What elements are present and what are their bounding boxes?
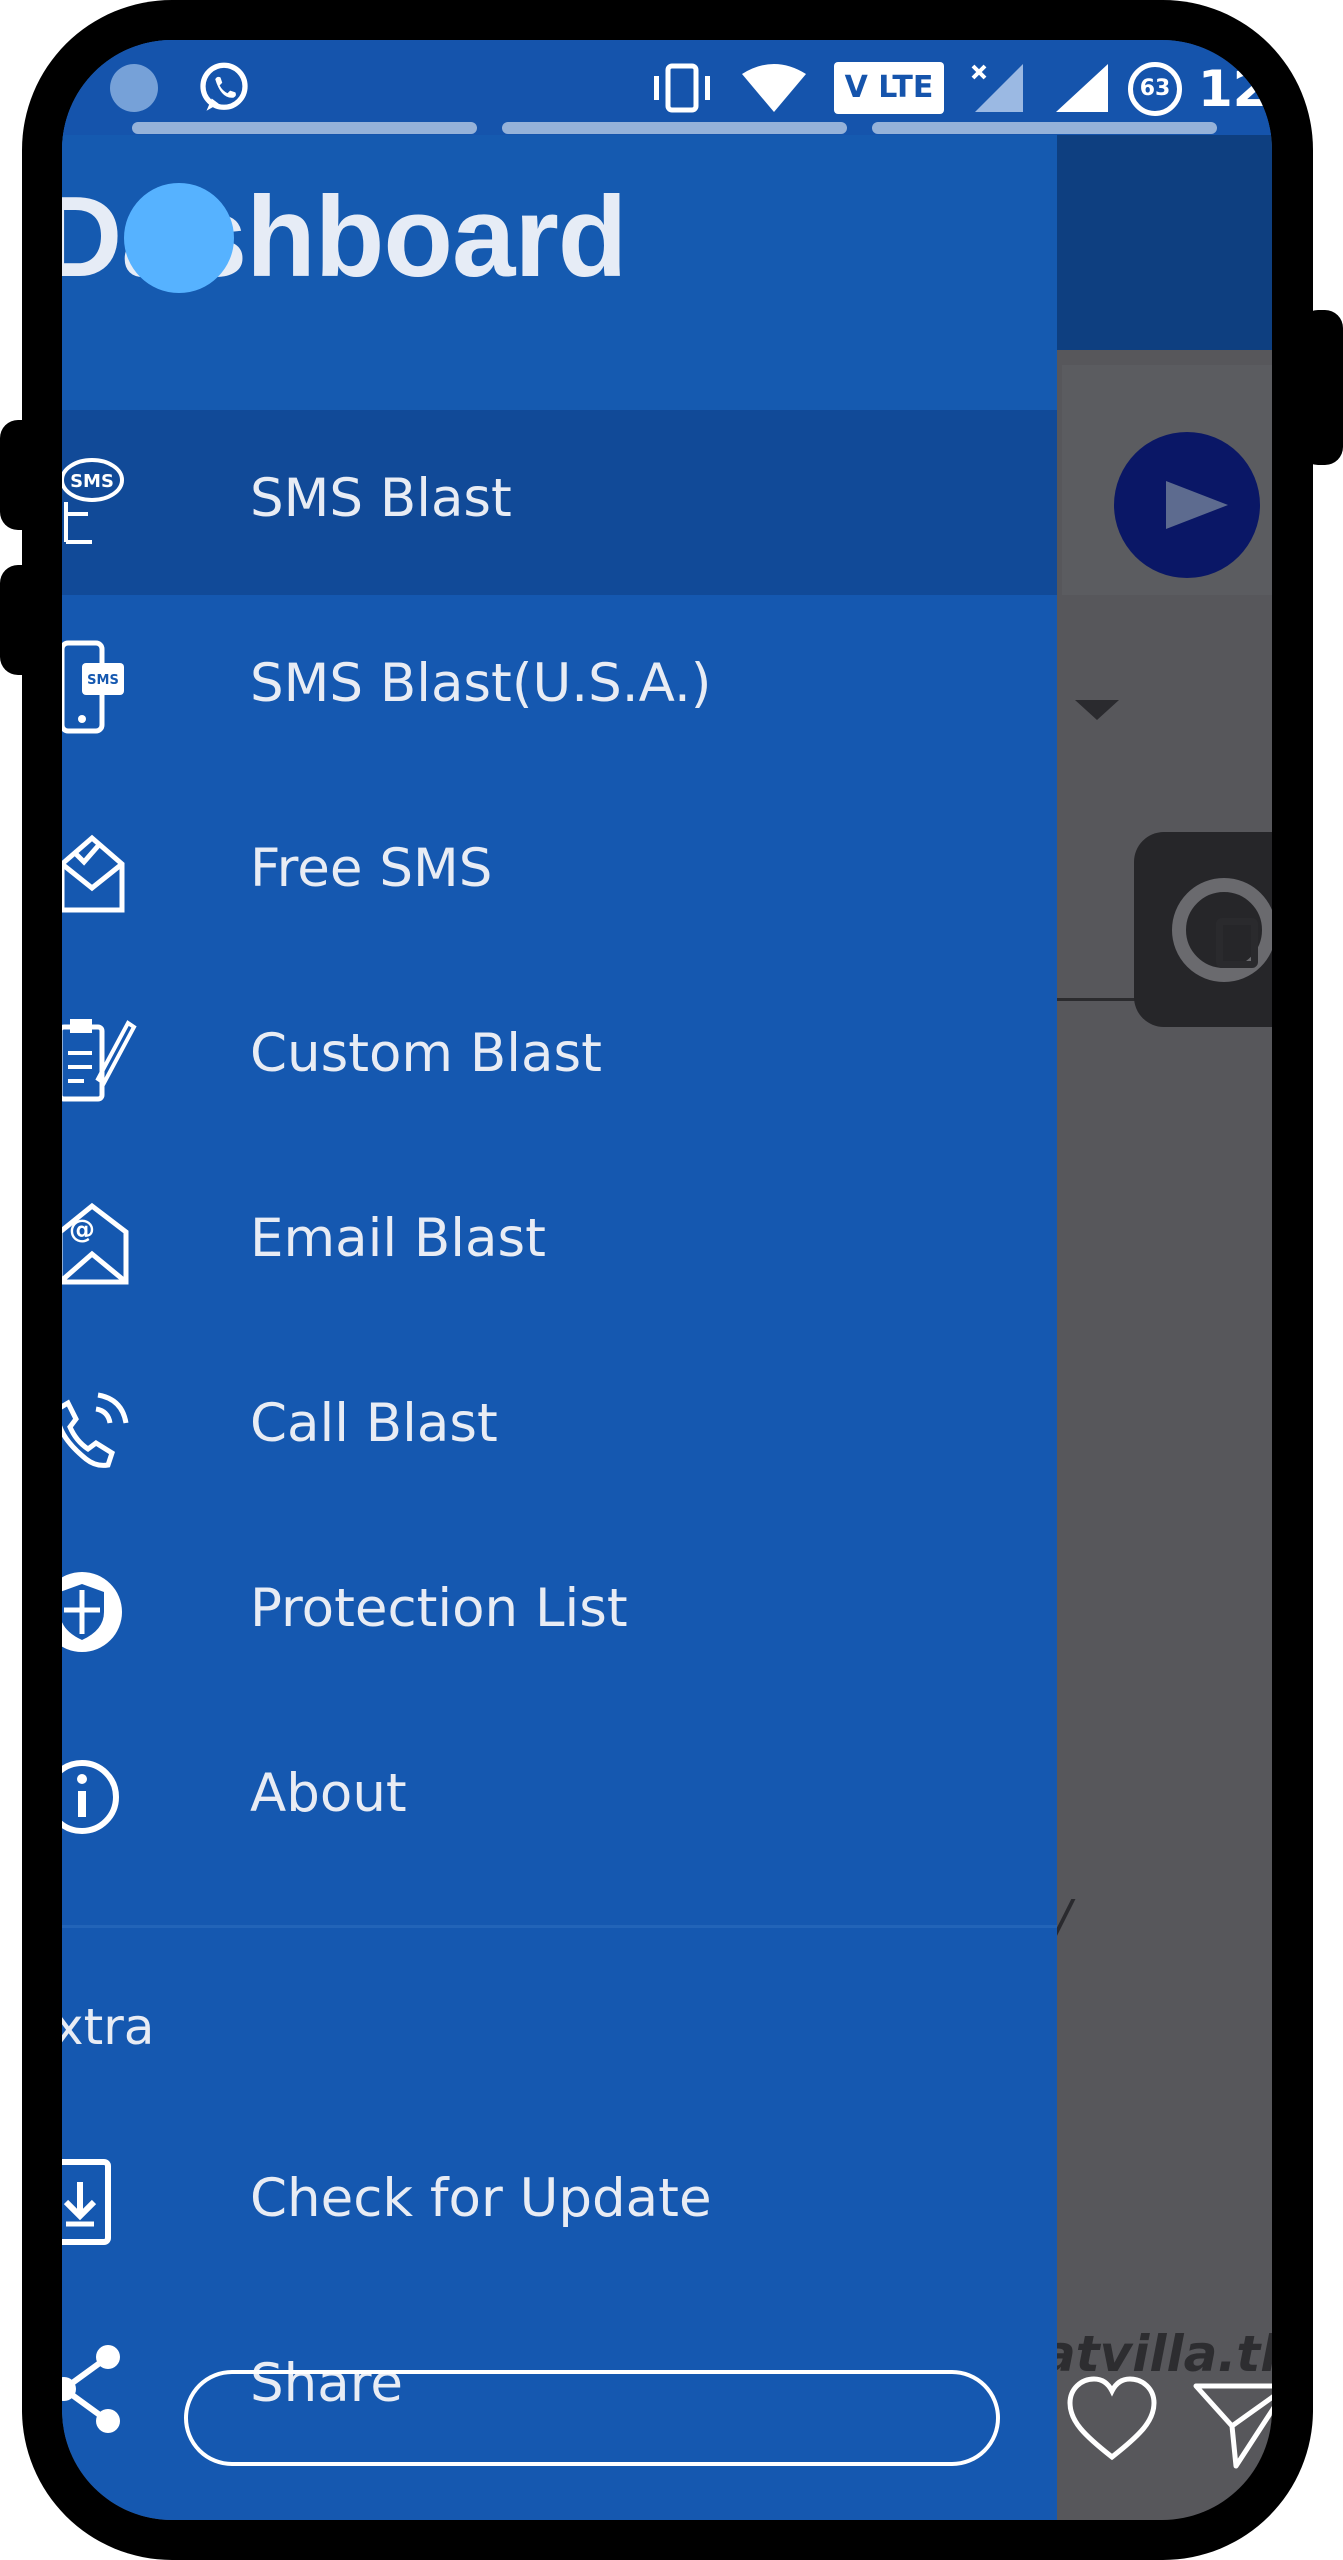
clock: 12 — [1198, 60, 1268, 118]
svg-text:SMS: SMS — [87, 673, 119, 688]
story-progress-3 — [872, 122, 1217, 134]
menu-item-call-blast[interactable]: Call Blast — [62, 1335, 1057, 1520]
info-icon — [62, 1760, 119, 1834]
phone-waves-icon — [62, 1392, 129, 1468]
menu-item-sms-blast-usa[interactable]: SMS SMS Blast(U.S.A.) — [62, 595, 1057, 780]
open-envelope-icon — [62, 834, 125, 913]
menu-item-free-sms[interactable]: Free SMS — [62, 780, 1057, 965]
menu-item-label: SMS Blast — [250, 468, 512, 529]
send-icon[interactable] — [1192, 2380, 1272, 2470]
heart-icon[interactable] — [1064, 2375, 1160, 2465]
battery-icon: 63 — [1128, 62, 1182, 116]
menu-item-label: SMS Blast(U.S.A.) — [250, 653, 712, 714]
menu-item-label: Email Blast — [250, 1208, 546, 1269]
app-notification-icon — [110, 64, 158, 112]
svg-text:@: @ — [69, 1215, 95, 1245]
sms-bubble-icon: SMS — [62, 458, 124, 544]
phone-sms-icon: SMS — [62, 640, 124, 734]
story-progress-1 — [132, 122, 477, 134]
menu-item-label: About — [250, 1763, 407, 1824]
wifi-icon — [742, 64, 806, 112]
status-bar: V LTE 63 12 — [62, 40, 1272, 135]
screen: / atvilla.tk V LTE 63 12 Dashboard SMS S… — [62, 40, 1272, 2520]
navigation-drawer: Dashboard SMS SMS Blast SMS SMS Blast(U.… — [62, 40, 1057, 2520]
send-fab-icon[interactable] — [1114, 432, 1260, 578]
menu-item-sms-blast[interactable]: SMS SMS Blast — [62, 410, 1057, 595]
clipboard-pen-icon — [62, 1019, 137, 1102]
dropdown-caret-icon[interactable] — [1075, 700, 1119, 720]
menu-item-label: Check for Update — [250, 2168, 712, 2229]
volume-down-button — [0, 565, 40, 675]
drawer-section-title: xtra — [62, 1998, 155, 2056]
drawer-divider — [62, 1925, 1057, 1928]
menu-item-email-blast[interactable]: @ Email Blast — [62, 1150, 1057, 1335]
whatsapp-icon — [200, 62, 248, 111]
shield-icon — [62, 1572, 122, 1652]
volume-up-button — [0, 420, 40, 530]
menu-item-label: Custom Blast — [250, 1023, 602, 1084]
email-envelope-icon: @ — [62, 1202, 129, 1285]
signal-icon — [1056, 64, 1108, 112]
download-box-icon — [62, 2159, 111, 2245]
signal-x-icon — [971, 64, 1023, 112]
menu-item-label: Call Blast — [250, 1393, 498, 1454]
touch-indicator — [124, 183, 234, 293]
menu-item-check-for-update[interactable]: Check for Update — [62, 2110, 1057, 2295]
menu-item-about[interactable]: About — [62, 1705, 1057, 1890]
call-icon — [1172, 878, 1272, 982]
svg-text:SMS: SMS — [70, 471, 114, 492]
vibrate-icon — [654, 63, 710, 113]
menu-item-label: Free SMS — [250, 838, 493, 899]
share-icon — [62, 2345, 120, 2433]
reply-input[interactable] — [184, 2370, 1000, 2466]
background-mark: / — [1055, 1890, 1072, 1946]
network-badge: V LTE — [834, 62, 944, 114]
menu-item-protection-list[interactable]: Protection List — [62, 1520, 1057, 1705]
menu-item-custom-blast[interactable]: Custom Blast — [62, 965, 1057, 1150]
menu-item-label: Protection List — [250, 1578, 628, 1639]
power-button — [1300, 310, 1343, 465]
call-button[interactable] — [1134, 832, 1272, 1027]
story-progress-2 — [502, 122, 847, 134]
